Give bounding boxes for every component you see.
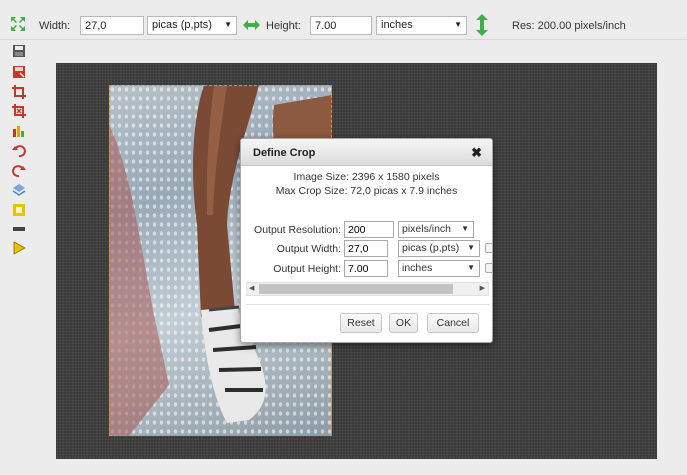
height-unit-select[interactable]: inches ▼ — [376, 16, 467, 35]
crop-icon[interactable] — [12, 85, 26, 99]
output-height-unit-value: inches — [402, 262, 433, 274]
dialog-divider — [246, 304, 489, 305]
width-unit-select[interactable]: picas (p,pts) ▼ — [147, 16, 237, 35]
output-width-input[interactable] — [344, 240, 388, 257]
reset-button[interactable]: Reset — [340, 313, 382, 333]
chevron-down-icon: ▼ — [461, 224, 469, 233]
resolution-readout: Res: 200.00 pixels/inch — [512, 20, 626, 32]
output-width-unit-select[interactable]: picas (p,pts) ▼ — [398, 240, 480, 257]
bar-icon[interactable] — [12, 222, 26, 236]
chevron-down-icon: ▼ — [454, 20, 462, 29]
height-input[interactable] — [310, 16, 372, 35]
swap-vertical-icon[interactable] — [476, 14, 488, 36]
dialog-titlebar[interactable]: Define Crop ✖ — [241, 139, 492, 166]
width-lock-checkbox[interactable] — [485, 243, 492, 253]
width-input[interactable] — [80, 16, 144, 35]
chart-icon[interactable] — [12, 124, 26, 138]
width-unit-value: picas (p,pts) — [152, 19, 212, 31]
expand-icon[interactable] — [10, 16, 26, 32]
undo-icon[interactable] — [12, 144, 26, 158]
define-crop-dialog: Define Crop ✖ Image Size: 2396 x 1580 pi… — [240, 138, 493, 343]
image-size-text: Image Size: 2396 x 1580 pixels — [293, 171, 440, 183]
output-resolution-unit-value: pixels/inch — [402, 223, 452, 235]
tool-strip — [0, 40, 38, 475]
top-toolbar: Width: picas (p,pts) ▼ Height: inches ▼ … — [0, 0, 687, 40]
dialog-horizontal-scrollbar[interactable]: ◀ ▶ — [246, 282, 489, 296]
frame-icon[interactable] — [12, 203, 26, 217]
width-label: Width: — [39, 20, 71, 32]
swap-horizontal-icon[interactable] — [243, 20, 260, 30]
layers-icon[interactable] — [12, 183, 26, 197]
ok-button[interactable]: OK — [389, 313, 418, 333]
chevron-down-icon: ▼ — [467, 243, 475, 252]
dialog-title: Define Crop — [253, 147, 316, 159]
output-height-input[interactable] — [344, 260, 388, 277]
cancel-button[interactable]: Cancel — [427, 313, 479, 333]
save-as-icon[interactable] — [12, 65, 26, 79]
chevron-down-icon: ▼ — [224, 20, 232, 29]
height-label: Height: — [266, 20, 301, 32]
output-resolution-unit-select[interactable]: pixels/inch ▼ — [398, 221, 474, 238]
scrollbar-thumb[interactable] — [259, 284, 453, 294]
scroll-left-icon[interactable]: ◀ — [249, 284, 254, 292]
height-lock-checkbox[interactable] — [485, 263, 492, 273]
close-icon[interactable]: ✖ — [471, 145, 482, 161]
output-resolution-label: Output Resolution: — [254, 224, 341, 236]
height-unit-value: inches — [381, 19, 413, 31]
scroll-right-icon[interactable]: ▶ — [480, 284, 485, 292]
play-icon[interactable] — [12, 241, 26, 255]
output-width-label: Output Width: — [276, 243, 341, 255]
output-width-unit-value: picas (p,pts) — [402, 242, 460, 254]
chevron-down-icon: ▼ — [467, 263, 475, 272]
output-height-unit-select[interactable]: inches ▼ — [398, 260, 480, 277]
output-height-label: Output Height: — [273, 263, 341, 275]
redo-icon[interactable] — [12, 164, 26, 178]
crop-remove-icon[interactable] — [12, 104, 26, 118]
output-resolution-input[interactable] — [344, 221, 394, 238]
max-crop-size-text: Max Crop Size: 72,0 picas x 7.9 inches — [275, 185, 458, 197]
save-icon[interactable] — [12, 44, 26, 58]
